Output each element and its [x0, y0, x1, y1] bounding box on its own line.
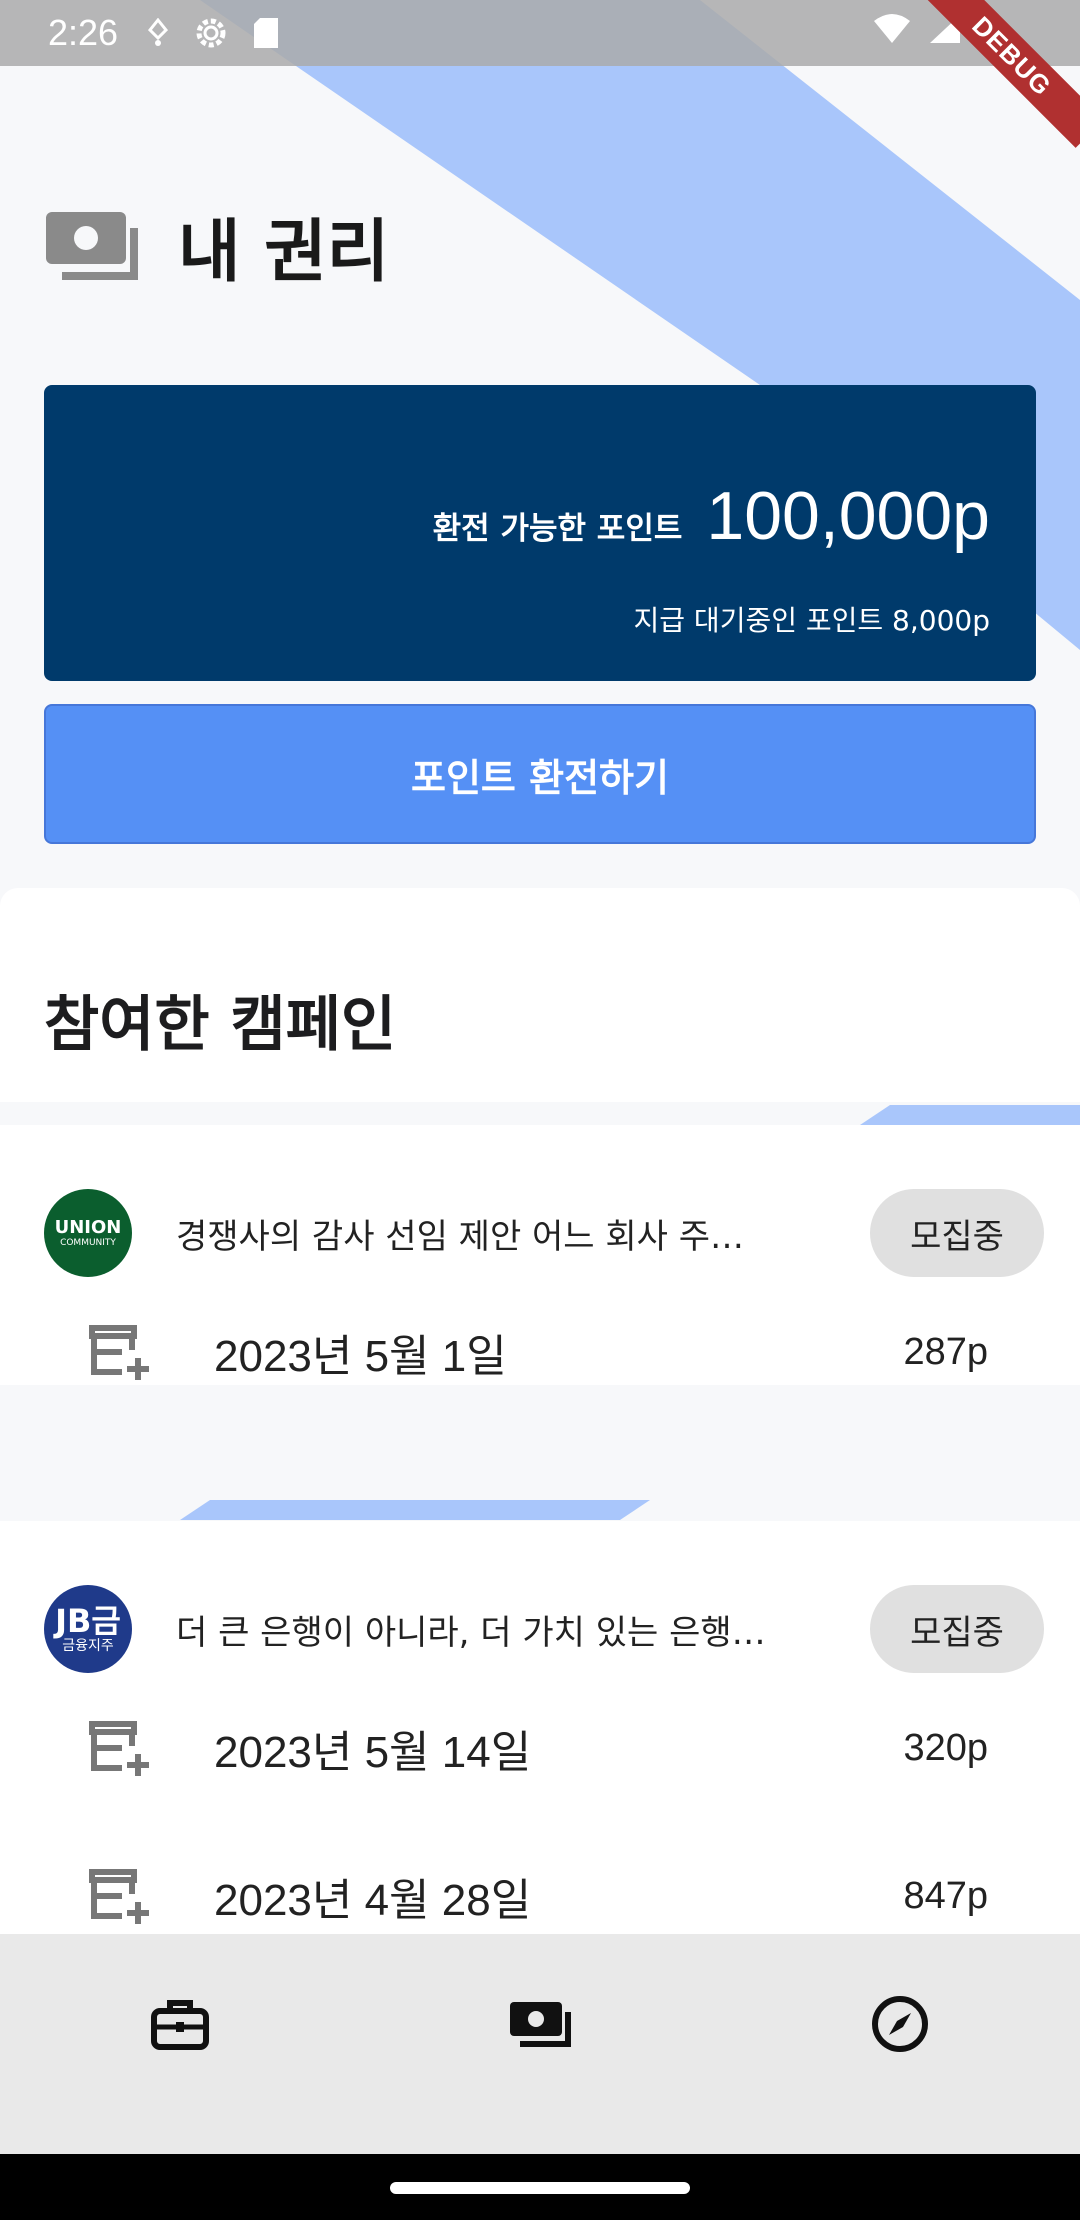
campaign-title: 더 큰 은행이 아니라, 더 가치 있는 은행… — [176, 1612, 766, 1653]
settings-icon — [196, 18, 226, 48]
nav-my-rights[interactable] — [480, 1964, 600, 2084]
campaign-title: 경쟁사의 감사 선임 제안 어느 회사 주… — [176, 1216, 745, 1257]
points-wallet-icon — [46, 211, 138, 280]
status-badge: 모집중 — [870, 1189, 1044, 1277]
participation-date: 2023년 5월 14일 — [214, 1728, 532, 1777]
participation-date: 2023년 4월 28일 — [214, 1876, 532, 1925]
page-title: 내 권리 — [178, 213, 390, 292]
earned-points: 287p — [903, 1330, 988, 1373]
available-points-value: 100,000p — [706, 478, 990, 554]
nav-campaigns[interactable] — [120, 1964, 240, 2084]
list-item: 2023년 5월 14일 320p — [88, 1713, 988, 1783]
campaign-panel: 참여한 캠페인 UNION COMMUNITY 경쟁사의 감사 선임 제안 어느… — [0, 888, 1080, 1941]
store-add-icon — [89, 1325, 149, 1380]
earned-points: 320p — [903, 1726, 988, 1769]
sd-card-icon — [254, 18, 279, 48]
status-badge: 모집중 — [870, 1585, 1044, 1673]
location-icon — [148, 18, 169, 46]
nav-explore[interactable] — [840, 1964, 960, 2084]
points-wallet-icon — [510, 2002, 571, 2047]
points-card: 환전 가능한 포인트 100,000p 지급 대기중인 포인트 8,000p — [44, 385, 1036, 681]
campaign-logo: JB금 금융지주 — [44, 1585, 132, 1673]
earned-points: 847p — [903, 1874, 988, 1917]
page-header: 내 권리 — [44, 196, 389, 295]
campaign-logo: UNION COMMUNITY — [44, 1189, 132, 1277]
store-add-icon — [89, 1721, 149, 1776]
pending-points: 지급 대기중인 포인트 8,000p — [633, 604, 990, 637]
briefcase-icon — [151, 2000, 209, 2050]
campaign-section-header: 참여한 캠페인 — [0, 888, 1080, 1102]
bottom-navigation — [0, 1934, 1080, 2154]
wifi-icon — [874, 14, 910, 43]
store-add-icon — [89, 1869, 149, 1924]
participation-date: 2023년 5월 1일 — [214, 1332, 507, 1381]
exchange-points-button[interactable]: 포인트 환전하기 — [44, 704, 1036, 844]
compass-icon — [872, 1996, 928, 2052]
campaign-card[interactable]: JB금 금융지주 더 큰 은행이 아니라, 더 가치 있는 은행… 모집중 20… — [0, 1521, 1080, 1941]
available-points-label: 환전 가능한 포인트 — [432, 511, 683, 547]
status-time: 2:26 — [48, 12, 119, 53]
campaign-card[interactable]: UNION COMMUNITY 경쟁사의 감사 선임 제안 어느 회사 주… 모… — [0, 1125, 1080, 1385]
list-item: 2023년 5월 1일 287p — [88, 1317, 988, 1387]
campaign-heading: 참여한 캠페인 — [44, 990, 397, 1060]
home-indicator[interactable] — [390, 2182, 690, 2194]
status-bar: 2:26 — [0, 0, 1080, 66]
list-item: 2023년 4월 28일 847p — [88, 1861, 988, 1931]
gesture-bar — [0, 2154, 1080, 2220]
